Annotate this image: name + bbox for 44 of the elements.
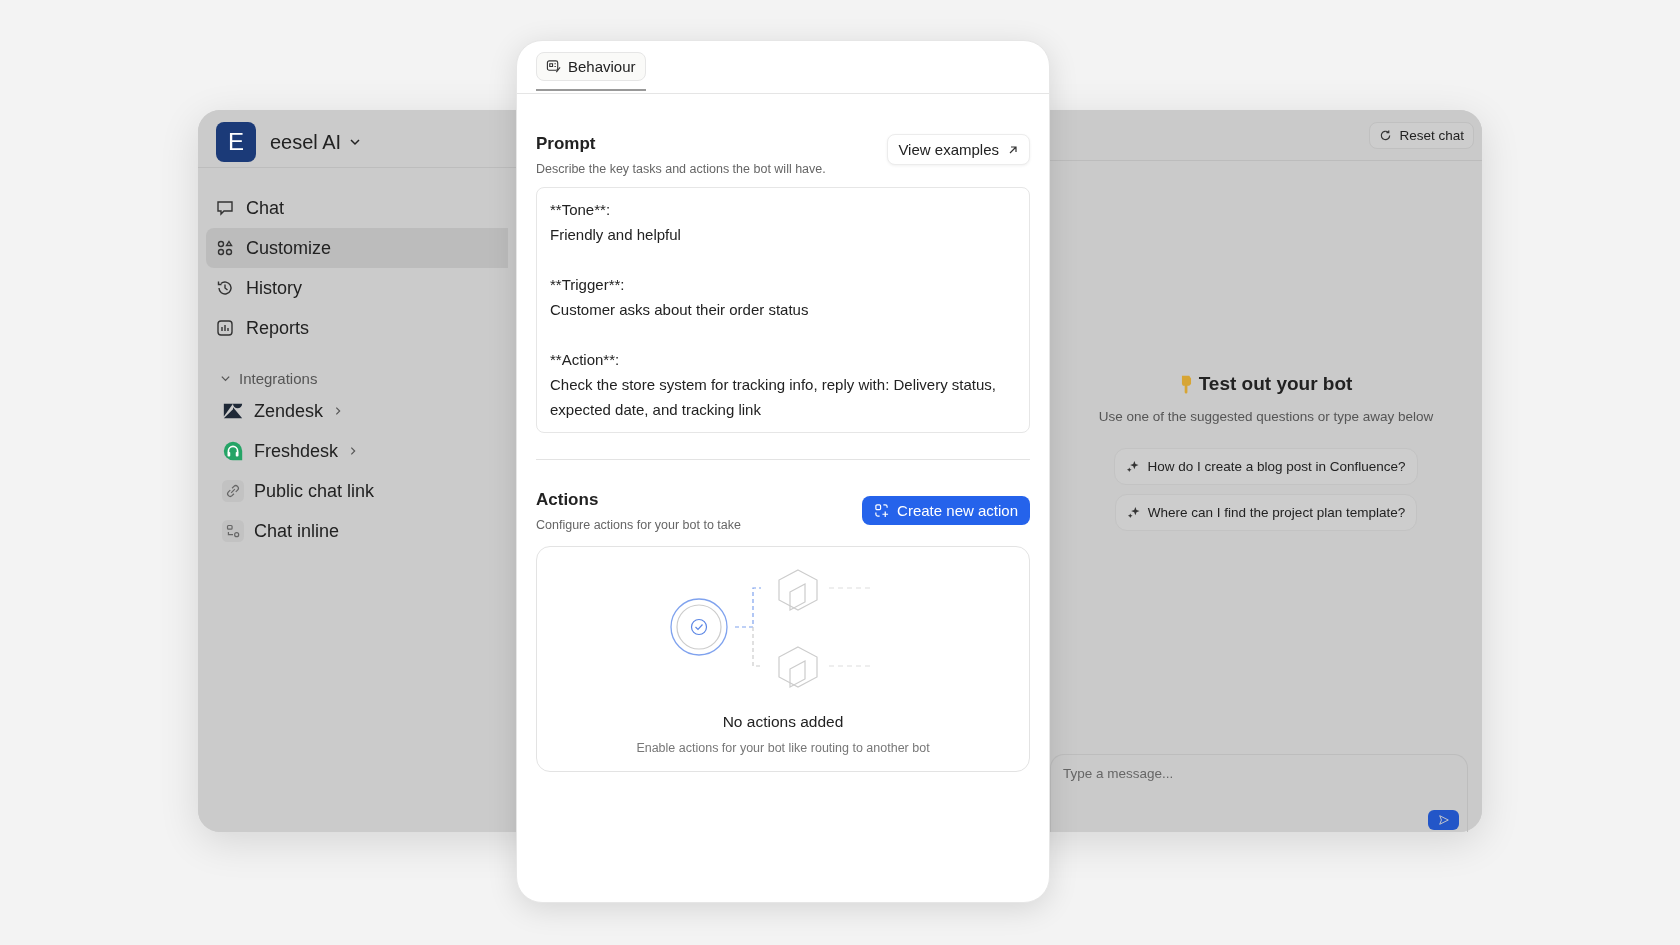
history-icon: [216, 279, 234, 297]
prompt-description: Describe the key tasks and actions the bot will have.: [536, 162, 826, 176]
prompt-heading: Prompt: [536, 134, 597, 154]
integration-item[interactable]: Chat inline: [198, 511, 340, 551]
integration-item[interactable]: Public chat link: [198, 471, 375, 511]
behaviour-tab[interactable]: Behaviour: [536, 52, 646, 81]
view-examples-button[interactable]: View examples: [887, 134, 1030, 165]
empty-state-description: Enable actions for your bot like routing to another bot: [636, 741, 930, 755]
send-icon: [1437, 814, 1450, 826]
nav-item[interactable]: Customize: [206, 228, 508, 268]
sparkle-icon: [1126, 506, 1140, 519]
actions-description: Configure actions for your bot to take: [536, 518, 741, 532]
nav-item[interactable]: Chat: [206, 188, 508, 228]
arrow-up-right-icon: [1007, 143, 1019, 156]
chat-title: Test out your bot: [1198, 373, 1353, 395]
grid-icon: [216, 239, 234, 257]
integrations-header[interactable]: Integrations: [220, 370, 318, 387]
create-action-button[interactable]: Create new action: [862, 496, 1030, 525]
tab-icon: [546, 59, 561, 74]
empty-state-title: No actions added: [722, 713, 844, 731]
chat-bubble-icon: [216, 199, 234, 217]
workspace-name[interactable]: eesel AI: [270, 130, 342, 154]
actions-heading: Actions: [536, 490, 600, 510]
nav-item[interactable]: Reports: [206, 308, 508, 348]
link-icon: [222, 480, 244, 502]
reset-chat-button[interactable]: Reset chat: [1369, 121, 1474, 149]
integration-item[interactable]: Zendesk: [198, 391, 344, 431]
headset-logo-icon: [222, 440, 244, 462]
chat-subtitle: Use one of the suggested questions or type away below: [1098, 409, 1434, 424]
message-input[interactable]: Type a message...: [1061, 765, 1365, 782]
chevron-down-icon[interactable]: [349, 136, 362, 148]
add-action-icon: [874, 503, 890, 518]
nav-item[interactable]: History: [206, 268, 508, 308]
chat-inline-icon: [222, 520, 244, 542]
suggestion-chip[interactable]: How do I create a blog post in Confluence?: [1114, 448, 1418, 485]
sparkle-icon: [1126, 460, 1140, 473]
workspace-avatar[interactable]: E: [216, 122, 256, 162]
pointing-down-hand-icon: [1179, 374, 1193, 394]
refresh-icon: [1379, 128, 1393, 142]
integration-item[interactable]: Freshdesk: [198, 431, 359, 471]
prompt-field[interactable]: **Tone**: Friendly and helpful **Trigger**: Customer asks about their order status **Action**: Check the store system for tracking info, reply with: Delivery status, expected date, and tracking link: [536, 187, 1030, 433]
suggestion-chip[interactable]: Where can I find the project plan template?: [1114, 494, 1418, 531]
send-button[interactable]: [1428, 810, 1459, 830]
bar-chart-icon: [216, 319, 234, 337]
